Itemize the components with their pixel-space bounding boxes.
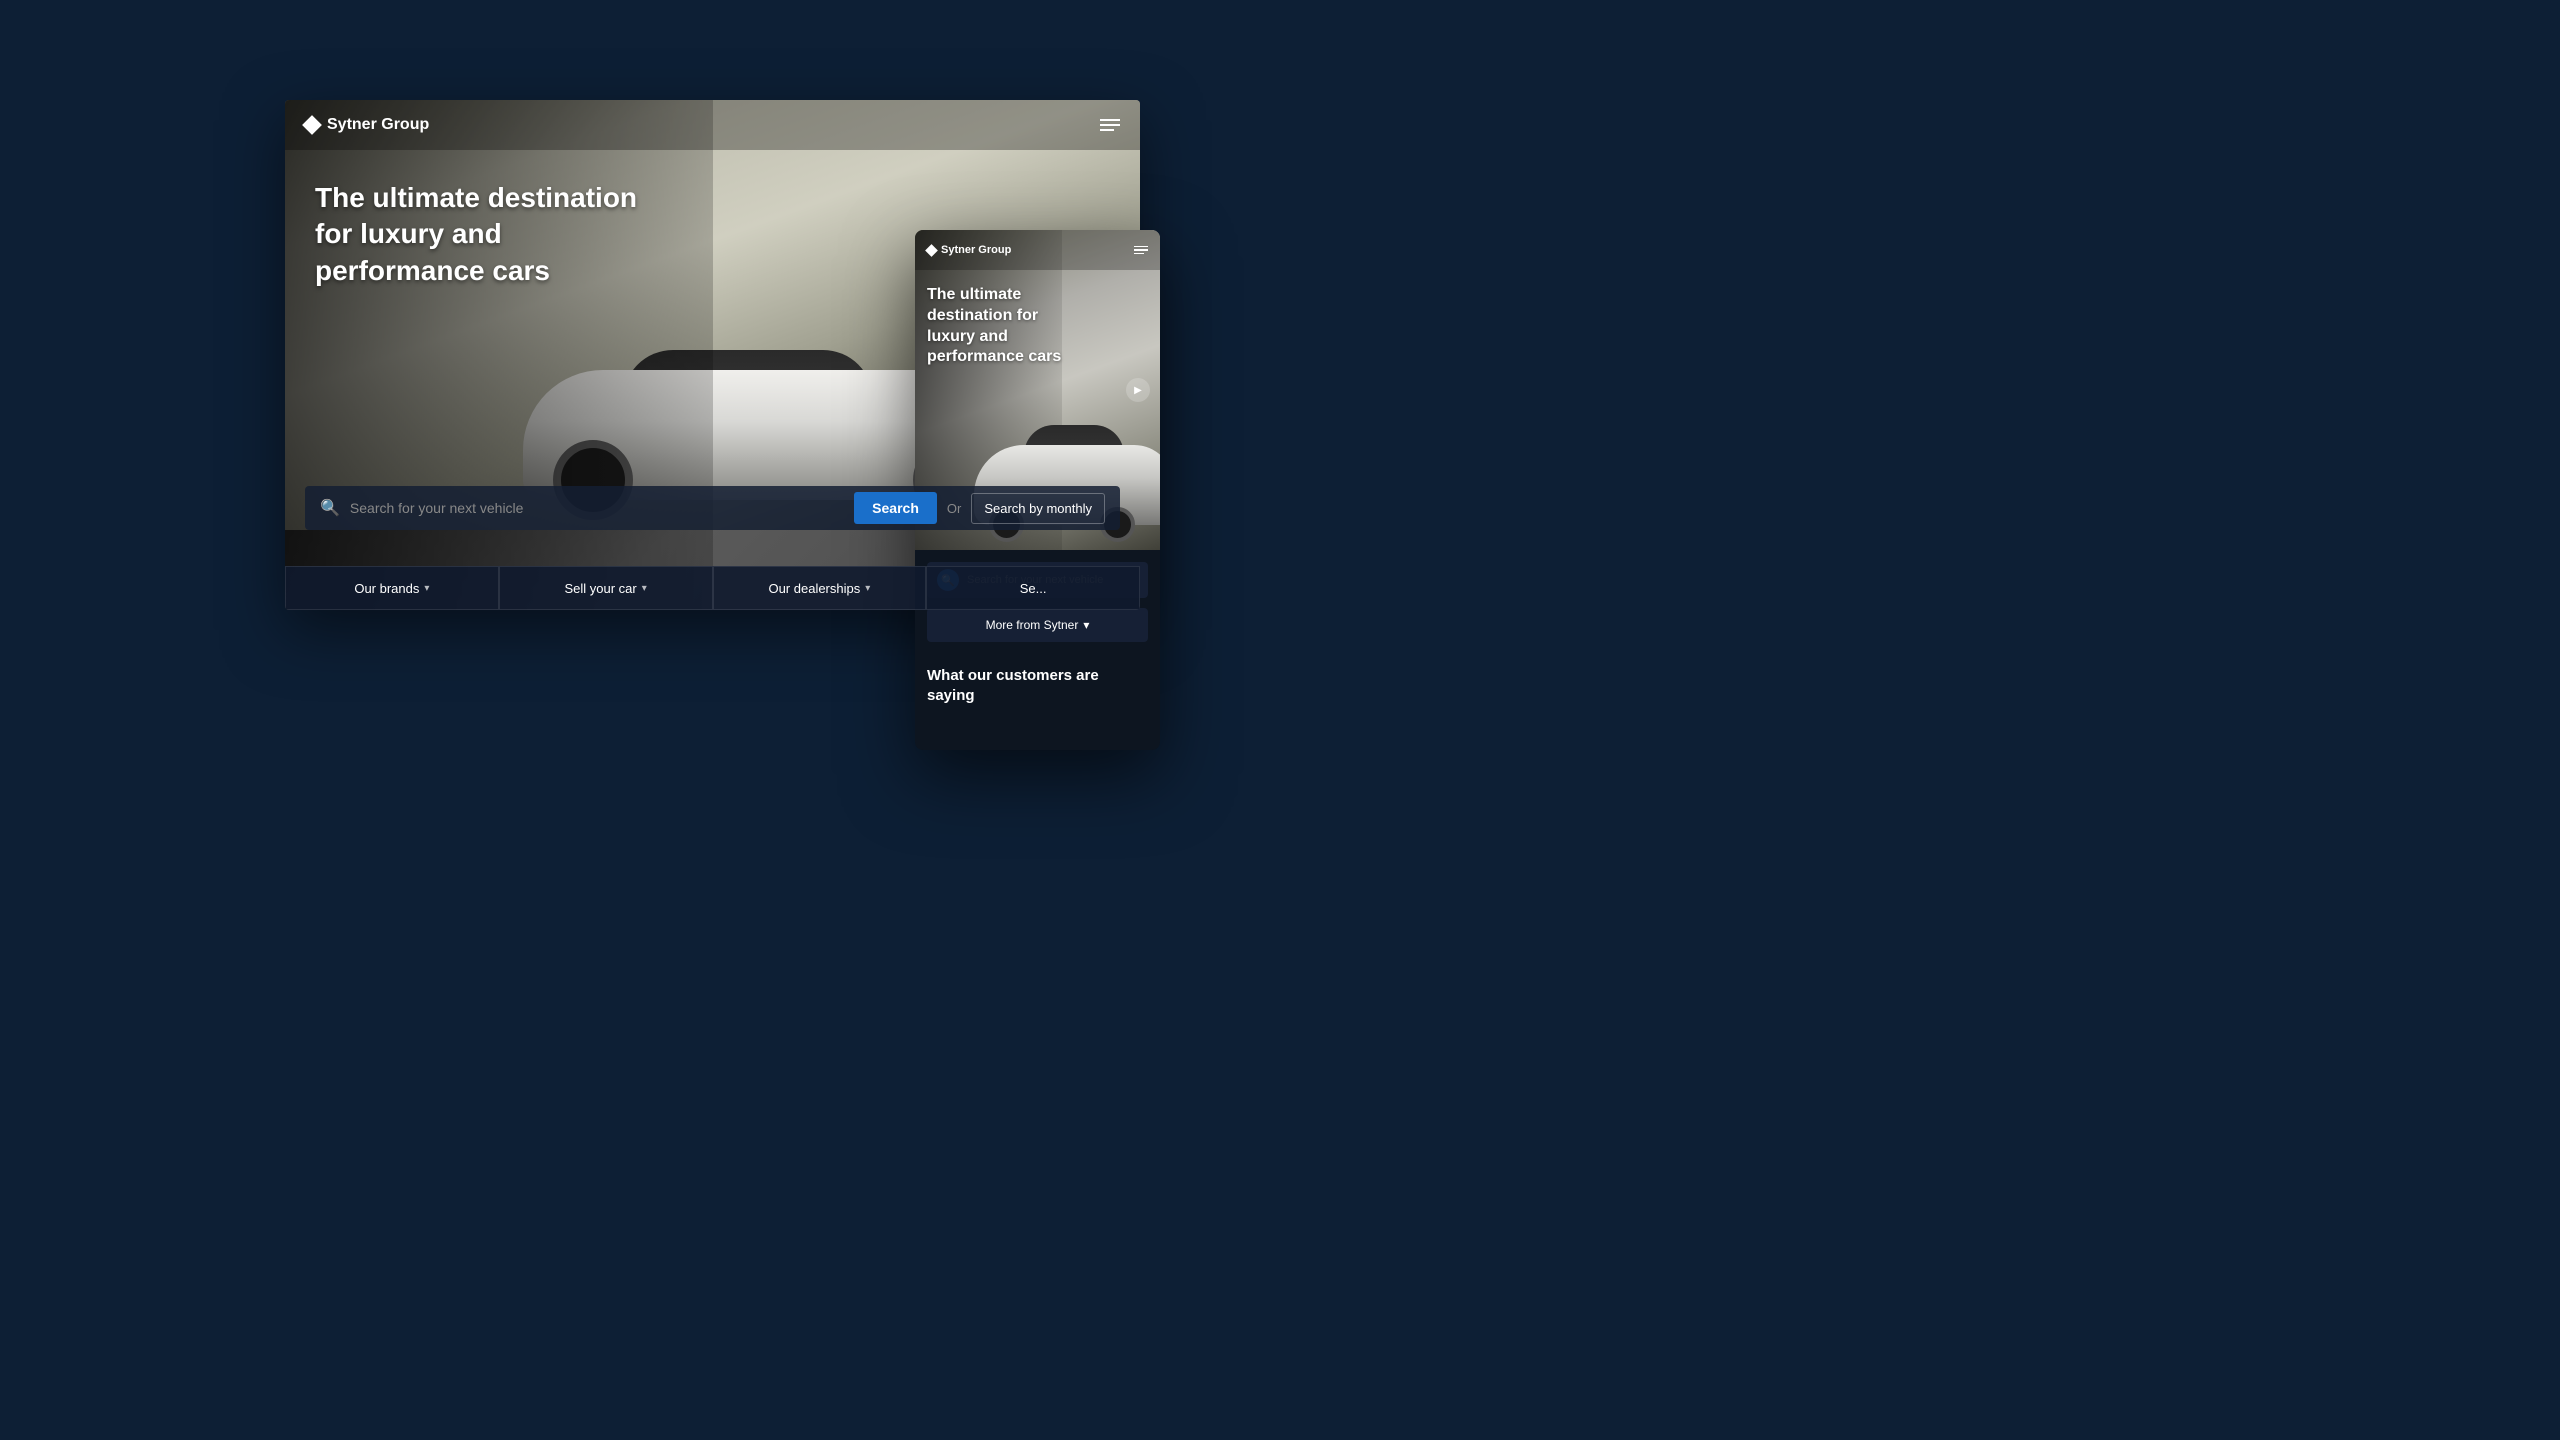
nav-link-our-brands-label: Our brands xyxy=(354,581,419,596)
logo-text: Sytner Group xyxy=(327,116,429,134)
mobile-bottom-section: What our customers are saying xyxy=(915,654,1160,717)
logo[interactable]: Sytner Group xyxy=(305,116,429,134)
nav-link-our-brands[interactable]: Our brands ▾ xyxy=(285,566,499,610)
chevron-down-icon: ▾ xyxy=(424,583,429,594)
nav-link-more-label: Se... xyxy=(1020,581,1047,596)
nav-link-sell-your-car[interactable]: Sell your car ▾ xyxy=(499,566,713,610)
nav-link-more[interactable]: Se... xyxy=(926,566,1140,610)
nav-link-our-dealerships-label: Our dealerships xyxy=(768,581,860,596)
menu-line-2 xyxy=(1100,124,1120,126)
mobile-hero-content: The ultimate destination for luxury and … xyxy=(927,285,1077,368)
mobile-hero-title: The ultimate destination for luxury and … xyxy=(927,285,1077,368)
hero-content: The ultimate destination for luxury and … xyxy=(315,180,665,289)
mobile-menu-line-3 xyxy=(1134,253,1144,255)
search-input-placeholder[interactable]: Search for your next vehicle xyxy=(350,500,844,516)
chevron-down-icon-3: ▾ xyxy=(865,583,870,594)
logo-diamond-icon xyxy=(302,115,322,135)
mobile-menu-line-2 xyxy=(1134,249,1148,251)
mobile-more-chevron-icon: ▾ xyxy=(1083,618,1089,632)
menu-line-3 xyxy=(1100,129,1114,131)
search-bar-inner: 🔍 Search for your next vehicle Search Or… xyxy=(305,486,1120,530)
search-icon: 🔍 xyxy=(320,498,340,518)
mobile-navbar: Sytner Group xyxy=(915,230,1160,270)
menu-button[interactable] xyxy=(1100,119,1120,131)
search-by-monthly-button[interactable]: Search by monthly xyxy=(971,493,1105,524)
mobile-logo[interactable]: Sytner Group xyxy=(927,244,1011,256)
mobile-menu-line-1 xyxy=(1134,246,1148,248)
hero-overlay xyxy=(285,100,713,610)
menu-line-1 xyxy=(1100,119,1120,121)
mobile-customers-title: What our customers are saying xyxy=(927,666,1148,705)
mobile-more-from-sytner-button[interactable]: More from Sytner ▾ xyxy=(927,608,1148,642)
main-navbar: Sytner Group xyxy=(285,100,1140,150)
search-or-text: Or xyxy=(947,501,961,516)
hero-title: The ultimate destination for luxury and … xyxy=(315,180,665,289)
search-bar-container: 🔍 Search for your next vehicle Search Or… xyxy=(285,486,1140,530)
nav-links-bar: Our brands ▾ Sell your car ▾ Our dealers… xyxy=(285,566,1140,610)
mobile-logo-diamond-icon xyxy=(925,244,938,257)
mobile-logo-text: Sytner Group xyxy=(941,244,1011,256)
mobile-more-button-label: More from Sytner xyxy=(986,618,1079,632)
search-button[interactable]: Search xyxy=(854,492,937,524)
chevron-down-icon-2: ▾ xyxy=(642,583,647,594)
nav-link-our-dealerships[interactable]: Our dealerships ▾ xyxy=(713,566,927,610)
mobile-play-button[interactable]: ▶ xyxy=(1126,378,1150,402)
mobile-menu-button[interactable] xyxy=(1134,246,1148,255)
nav-link-sell-your-car-label: Sell your car xyxy=(564,581,636,596)
